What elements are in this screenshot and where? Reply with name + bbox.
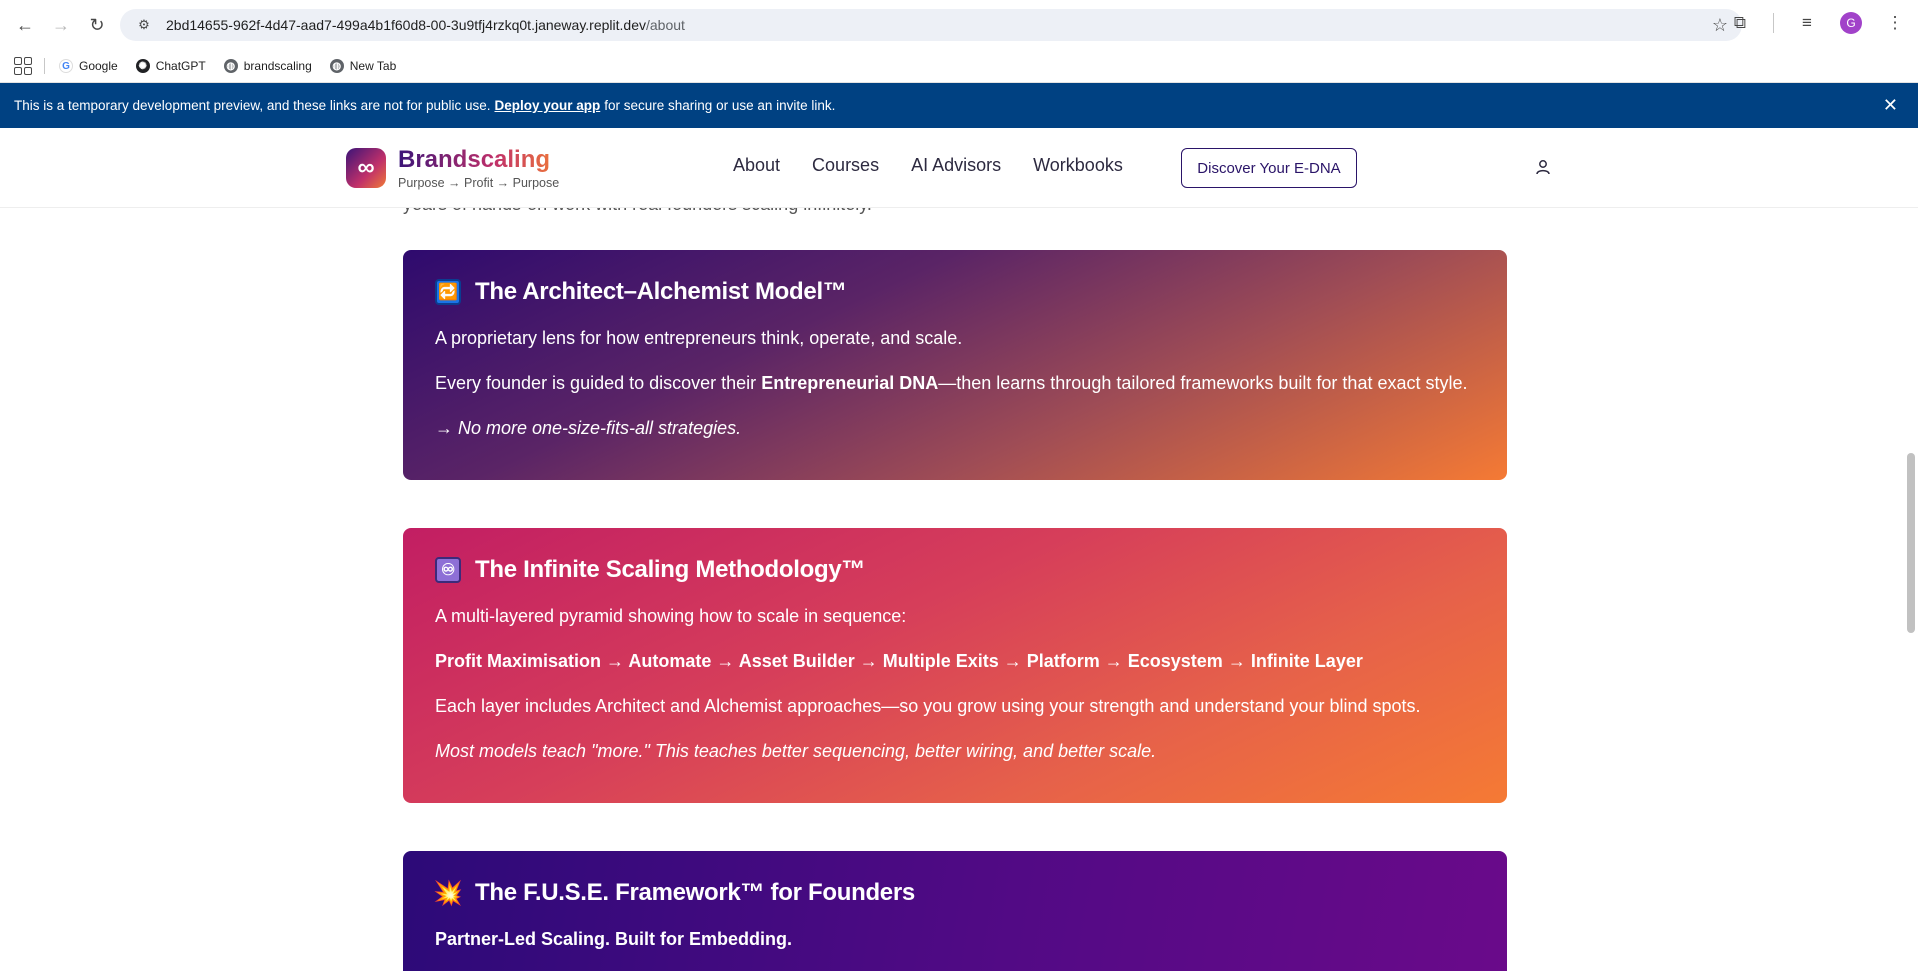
fuse-title: The F.U.S.E. Framework™ for Founders [475, 879, 915, 906]
infinite-tagline: Most models teach "more." This teaches b… [435, 741, 1157, 761]
scaling-sequence: Profit Maximisation → Automate → Asset B… [435, 651, 1363, 671]
infinity-logo-icon: ∞ [346, 148, 386, 188]
architect-dna-text: Every founder is guided to discover thei… [435, 373, 1468, 393]
page-viewport: years of hands-on work with real founder… [0, 128, 1918, 971]
url-text[interactable]: 2bd14655-962f-4d47-aad7-499a4b1f60d8-00-… [166, 17, 1712, 33]
brand-tagline: Purpose → Profit → Purpose [398, 176, 560, 190]
page-scrollbar[interactable] [1904, 128, 1918, 971]
bookmark-label: ChatGPT [155, 59, 206, 73]
profile-avatar[interactable]: G [1840, 12, 1862, 34]
card-title: 🔁 The Architect–Alchemist Model™ [435, 278, 1475, 306]
nav-workbooks[interactable]: Workbooks [1033, 155, 1123, 176]
scrollbar-thumb[interactable] [1907, 453, 1915, 633]
architect-title: The Architect–Alchemist Model™ [475, 278, 847, 305]
chatgpt-icon: ✺ [135, 59, 150, 73]
extensions-icon[interactable]: ⧉ [1727, 10, 1753, 36]
menu-kebab-icon[interactable]: ⋮ [1882, 10, 1908, 36]
architect-alchemist-card: 🔁 The Architect–Alchemist Model™ A propr… [403, 250, 1507, 480]
infinite-title: The Infinite Scaling Methodology™ [475, 556, 866, 583]
toolbar-divider [1773, 13, 1774, 33]
main-nav: About Courses AI Advisors Workbooks [733, 155, 1123, 176]
nav-ai-advisors[interactable]: AI Advisors [911, 155, 1001, 176]
forward-icon[interactable]: → [46, 10, 76, 40]
google-icon: G [59, 59, 73, 73]
brand-logo[interactable]: ∞ Brandscaling Purpose → Profit → Purpos… [346, 146, 559, 190]
site-info-icon[interactable]: ⚙ [134, 15, 154, 35]
globe-icon: ◍ [223, 59, 238, 73]
site-header: ∞ Brandscaling Purpose → Profit → Purpos… [0, 128, 1918, 208]
address-bar[interactable]: ⚙ 2bd14655-962f-4d47-aad7-499a4b1f60d8-0… [120, 9, 1742, 41]
globe-icon: ◍ [329, 59, 344, 73]
architect-description: A proprietary lens for how entrepreneurs… [435, 328, 963, 348]
bookmarks-divider [44, 58, 45, 74]
brand-name: Brandscaling [398, 146, 559, 174]
close-icon[interactable]: ✕ [1883, 95, 1898, 116]
infinite-description: A multi-layered pyramid showing how to s… [435, 606, 907, 626]
nav-courses[interactable]: Courses [812, 155, 879, 176]
bookmark-google[interactable]: G Google [59, 59, 118, 73]
user-icon[interactable] [1534, 158, 1552, 176]
bookmark-label: brandscaling [243, 59, 312, 73]
banner-text-after: for secure sharing or use an invite link… [604, 98, 836, 113]
fuse-subtitle: Partner-Led Scaling. Built for Embedding… [435, 929, 793, 949]
back-icon[interactable]: ← [10, 10, 40, 40]
card-title: 💥 The F.U.S.E. Framework™ for Founders [433, 879, 1475, 907]
bookmark-label: New Tab [349, 59, 397, 73]
apps-grid-icon[interactable] [14, 57, 32, 75]
collision-icon: 💥 [433, 879, 463, 907]
url-path: /about [645, 17, 685, 33]
deploy-app-link[interactable]: Deploy your app [495, 98, 601, 113]
discover-edna-button[interactable]: Discover Your E-DNA [1181, 148, 1357, 188]
entrepreneurial-dna-highlight: Entrepreneurial DNA [761, 373, 939, 393]
browser-toolbar: ← → ↻ ⚙ 2bd14655-962f-4d47-aad7-499a4b1f… [0, 0, 1918, 50]
card-title: ♾ The Infinite Scaling Methodology™ [435, 556, 1475, 584]
banner-text-before: This is a temporary development preview,… [14, 98, 491, 113]
repeat-arrows-icon: 🔁 [435, 279, 461, 305]
architect-tagline: → No more one-size-fits-all strategies. [435, 418, 742, 438]
bookmark-label: Google [79, 59, 118, 73]
url-host: 2bd14655-962f-4d47-aad7-499a4b1f60d8-00-… [166, 17, 646, 33]
infinity-icon: ♾ [435, 557, 461, 583]
dev-preview-banner: This is a temporary development preview,… [0, 83, 1918, 128]
reload-icon[interactable]: ↻ [82, 10, 112, 40]
media-control-icon[interactable]: ≡ [1794, 10, 1820, 36]
bookmark-star-icon[interactable]: ☆ [1712, 15, 1728, 36]
bookmarks-bar: G Google ✺ ChatGPT ◍ brandscaling ◍ New … [0, 50, 1918, 83]
bookmark-new-tab[interactable]: ◍ New Tab [329, 59, 397, 73]
fuse-framework-card: 💥 The F.U.S.E. Framework™ for Founders P… [403, 851, 1507, 971]
infinite-scaling-card: ♾ The Infinite Scaling Methodology™ A mu… [403, 528, 1507, 803]
infinite-layers-text: Each layer includes Architect and Alchem… [435, 696, 1421, 716]
bookmark-chatgpt[interactable]: ✺ ChatGPT [135, 59, 206, 73]
nav-about[interactable]: About [733, 155, 780, 176]
bookmark-brandscaling[interactable]: ◍ brandscaling [223, 59, 312, 73]
